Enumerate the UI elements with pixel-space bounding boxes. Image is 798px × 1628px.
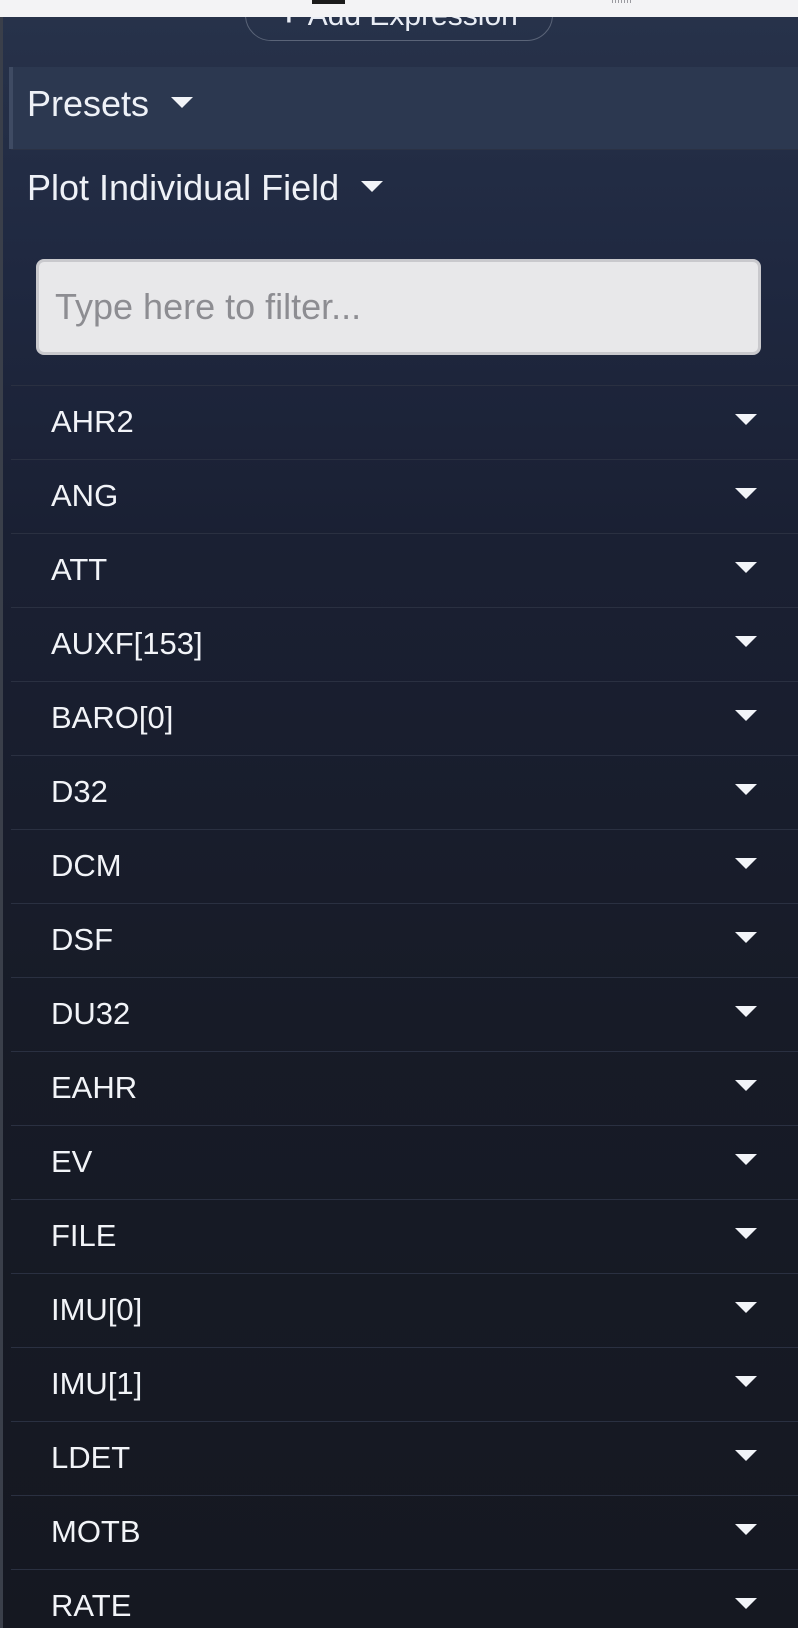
caret-down-icon[interactable]	[735, 1598, 757, 1609]
field-label: BARO[0]	[51, 700, 174, 735]
field-list-item[interactable]: AUXF[153]	[11, 607, 798, 681]
presets-label: Presets	[27, 83, 150, 124]
caret-down-icon[interactable]	[735, 562, 757, 573]
caret-down-icon[interactable]	[735, 1154, 757, 1165]
field-label: ATT	[51, 552, 108, 587]
filter-input[interactable]	[36, 259, 761, 355]
caret-down-icon[interactable]	[735, 1302, 757, 1313]
field-list-item[interactable]: RATE	[11, 1569, 798, 1628]
field-list-item[interactable]: DCM	[11, 829, 798, 903]
field-label: ANG	[51, 478, 119, 513]
plot-individual-field-toggle[interactable]: Plot Individual Field	[27, 167, 384, 209]
field-list: AHR2 ANG ATT AUXF[153] BARO[0] D32 DCM DSF DU32 E…	[11, 385, 798, 1628]
caret-down-icon[interactable]	[735, 636, 757, 647]
field-label: DU32	[51, 996, 131, 1031]
plot-individual-field-label: Plot Individual Field	[27, 167, 340, 208]
field-list-item[interactable]: ANG	[11, 459, 798, 533]
grip-icon	[612, 0, 632, 3]
field-list-item[interactable]: FILE	[11, 1199, 798, 1273]
field-list-item[interactable]: EAHR	[11, 1051, 798, 1125]
field-label: D32	[51, 774, 108, 809]
browser-top-strip	[0, 0, 798, 17]
field-list-item[interactable]: BARO[0]	[11, 681, 798, 755]
caret-down-icon[interactable]	[735, 1228, 757, 1239]
plot-sidebar-panel: + Add Expression Presets Plot Individual …	[0, 17, 798, 1628]
caret-down-icon[interactable]	[735, 488, 757, 499]
field-label: AHR2	[51, 404, 134, 439]
field-label: IMU[1]	[51, 1366, 143, 1401]
field-list-item[interactable]: DU32	[11, 977, 798, 1051]
field-label: EAHR	[51, 1070, 138, 1105]
field-label: MOTB	[51, 1514, 141, 1549]
field-list-item[interactable]: IMU[1]	[11, 1347, 798, 1421]
field-list-item[interactable]: MOTB	[11, 1495, 798, 1569]
field-list-item[interactable]: AHR2	[11, 385, 798, 459]
caret-down-icon[interactable]	[735, 784, 757, 795]
add-expression-label: Add Expression	[308, 17, 518, 32]
field-label: DSF	[51, 922, 113, 957]
caret-down-icon[interactable]	[735, 858, 757, 869]
thumbnail-icon	[312, 0, 345, 4]
field-list-item[interactable]: EV	[11, 1125, 798, 1199]
divider	[11, 149, 798, 150]
caret-down-icon[interactable]	[735, 1450, 757, 1461]
field-list-item[interactable]: IMU[0]	[11, 1273, 798, 1347]
plus-icon: +	[280, 17, 298, 40]
caret-down-icon[interactable]	[735, 932, 757, 943]
field-label: FILE	[51, 1218, 117, 1253]
field-label: EV	[51, 1144, 93, 1179]
field-label: LDET	[51, 1440, 131, 1475]
field-list-item[interactable]: D32	[11, 755, 798, 829]
field-list-item[interactable]: DSF	[11, 903, 798, 977]
field-label: IMU[0]	[51, 1292, 143, 1327]
field-label: RATE	[51, 1588, 132, 1623]
caret-down-icon[interactable]	[735, 1080, 757, 1091]
caret-down-icon	[361, 180, 384, 192]
field-list-item[interactable]: LDET	[11, 1421, 798, 1495]
field-list-item[interactable]: ATT	[11, 533, 798, 607]
field-label: DCM	[51, 848, 122, 883]
caret-down-icon[interactable]	[735, 414, 757, 425]
caret-down-icon	[171, 96, 194, 108]
field-label: AUXF[153]	[51, 626, 203, 661]
caret-down-icon[interactable]	[735, 1006, 757, 1017]
caret-down-icon[interactable]	[735, 1376, 757, 1387]
add-expression-button[interactable]: + Add Expression	[245, 17, 553, 41]
presets-toggle[interactable]: Presets	[27, 83, 194, 125]
caret-down-icon[interactable]	[735, 1524, 757, 1535]
caret-down-icon[interactable]	[735, 710, 757, 721]
